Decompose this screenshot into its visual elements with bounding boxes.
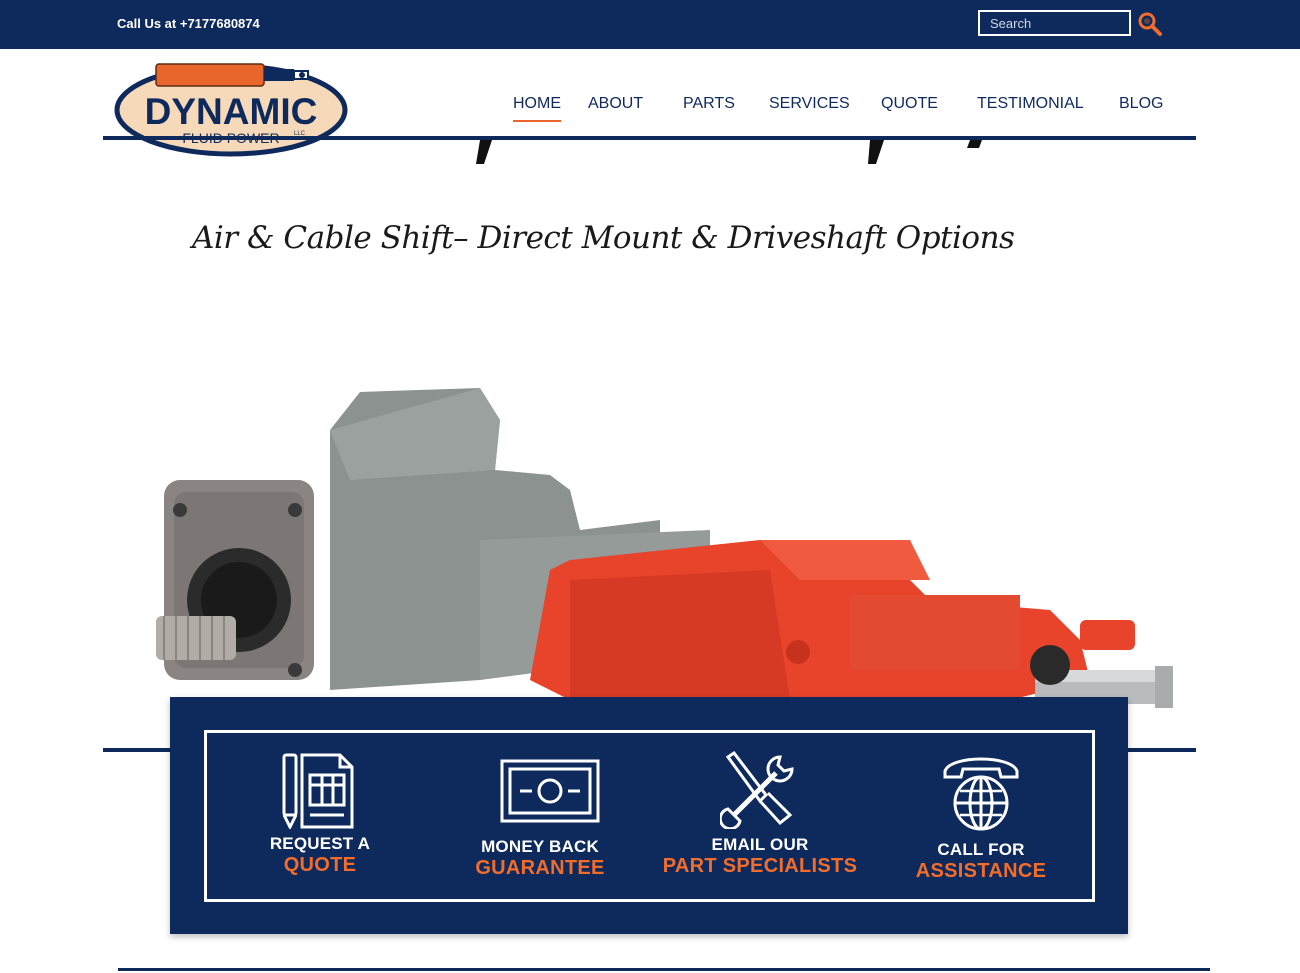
- feature-label-bottom: PART SPECIALISTS: [662, 855, 858, 877]
- search-input[interactable]: [978, 10, 1131, 36]
- banknote-icon: [500, 759, 600, 823]
- tools-icon: [720, 751, 794, 829]
- feature-money-back[interactable]: MONEY BACK GUARANTEE: [430, 733, 650, 905]
- feature-label-top: MONEY BACK: [481, 837, 599, 856]
- hero-title-fragment: [476, 140, 982, 164]
- pto-product-image: [156, 388, 1173, 708]
- top-bar: Call Us at +7177680874: [0, 0, 1300, 49]
- features-frame: REQUEST A QUOTE MONEY BACK GUARANTEE EMA…: [204, 730, 1095, 902]
- feature-request-quote[interactable]: REQUEST A QUOTE: [210, 733, 430, 905]
- nav-quote[interactable]: QUOTE: [881, 95, 938, 113]
- nav-testimonial[interactable]: TESTIMONIAL: [977, 95, 1084, 113]
- footer-divider: [118, 968, 1210, 971]
- search-icon: [1138, 12, 1162, 36]
- phone-globe-icon: [943, 757, 1019, 831]
- nav-services[interactable]: SERVICES: [769, 95, 850, 113]
- feature-email-specialists[interactable]: EMAIL OUR PART SPECIALISTS: [650, 733, 870, 905]
- nav-about[interactable]: ABOUT: [588, 95, 643, 113]
- feature-call-assistance[interactable]: CALL FOR ASSISTANCE: [871, 733, 1091, 905]
- main-nav: HOME ABOUT PARTS SERVICES QUOTE TESTIMON…: [0, 95, 1300, 125]
- feature-label-top: EMAIL OUR: [711, 835, 809, 854]
- feature-label-bottom: ASSISTANCE: [915, 860, 1047, 882]
- nav-blog[interactable]: BLOG: [1119, 95, 1163, 113]
- phone-number[interactable]: Call Us at +7177680874: [117, 16, 260, 31]
- nav-home[interactable]: HOME: [513, 95, 561, 122]
- feature-label-bottom: QUOTE: [283, 854, 357, 876]
- features-panel: REQUEST A QUOTE MONEY BACK GUARANTEE EMA…: [170, 697, 1128, 934]
- document-icon: [282, 753, 354, 829]
- feature-label-bottom: GUARANTEE: [475, 857, 605, 879]
- nav-parts[interactable]: PARTS: [683, 95, 735, 113]
- hero-subtitle: Air & Cable Shift– Direct Mount & Drives…: [192, 220, 1015, 256]
- feature-label-top: CALL FOR: [937, 840, 1025, 859]
- feature-label-top: REQUEST A: [269, 834, 371, 853]
- search-button[interactable]: [1137, 11, 1163, 37]
